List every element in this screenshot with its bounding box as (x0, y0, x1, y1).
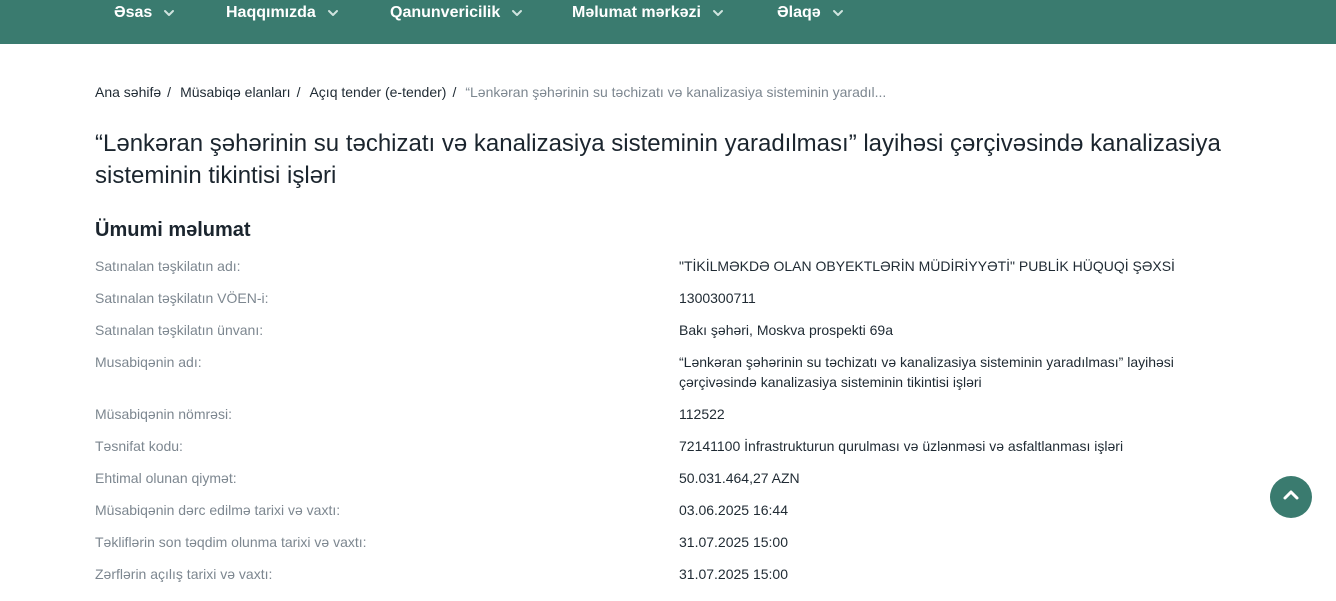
chevron-down-icon (510, 6, 524, 20)
chevron-down-icon (326, 6, 340, 20)
nav-item-esas[interactable]: Əsas (114, 3, 176, 23)
info-label: Satınalan təşkilatın ünvanı: (95, 322, 264, 338)
breadcrumb-separator: / (296, 84, 301, 100)
info-value: 1300300711 (679, 290, 756, 306)
info-label: Satınalan təşkilatın adı: (95, 258, 241, 274)
info-label: Müsabiqənin nömrəsi: (95, 406, 232, 422)
info-label: Müsabiqənin dərc edilmə tarixi və vaxtı: (95, 502, 341, 518)
chevron-down-icon (831, 6, 845, 20)
nav-item-melumat-merkezi[interactable]: Məlumat mərkəzi (572, 3, 725, 23)
chevron-down-icon (711, 6, 725, 20)
info-label: Satınalan təşkilatın VÖEN-i: (95, 290, 269, 306)
chevron-up-icon (1281, 485, 1301, 510)
nav-item-label: Haqqımızda (226, 4, 316, 21)
info-value: “Lənkəran şəhərinin su təchizatı və kana… (679, 354, 1174, 390)
info-value: 31.07.2025 15:00 (679, 566, 788, 582)
info-label: Təkliflərin son təqdim olunma tarixi və … (95, 534, 367, 550)
info-label: Zərflərin açılış tarixi və vaxtı: (95, 566, 273, 582)
breadcrumb: Ana səhifə / Müsabiqə elanları / Açıq te… (95, 82, 886, 102)
breadcrumb-open-tender-link[interactable]: Açıq tender (e-tender) (309, 84, 446, 100)
breadcrumb-home-link[interactable]: Ana səhifə (95, 84, 161, 100)
nav-item-elaqe[interactable]: Əlaqə (777, 3, 845, 23)
nav-item-label: Əlaqə (777, 4, 821, 21)
top-navigation-bar: Əsas Haqqımızda Qanunvericilik Məlumat m… (0, 0, 1336, 44)
breadcrumb-current: “Lənkəran şəhərinin su təchizatı və kana… (465, 84, 887, 100)
info-value: "TİKİLMƏKDƏ OLAN OBYEKTLƏRİN MÜDİRİYYƏTİ… (679, 258, 1175, 274)
info-value: 112522 (679, 406, 725, 422)
info-value: Bakı şəhəri, Moskva prospekti 69a (679, 322, 893, 338)
info-label: Musabiqənin adı: (95, 354, 202, 370)
info-value: 72141100 İnfrastrukturun qurulması və üz… (679, 438, 1124, 454)
nav-item-label: Qanunvericilik (390, 4, 501, 21)
breadcrumb-tenders-link[interactable]: Müsabiqə elanları (180, 84, 291, 100)
breadcrumb-separator: / (452, 84, 457, 100)
section-title: Ümumi məlumat (95, 219, 251, 241)
info-label: Ehtimal olunan qiymət: (95, 470, 237, 486)
page-title: “Lənkəran şəhərinin su təchizatı və kana… (95, 130, 1221, 189)
info-value: 03.06.2025 16:44 (679, 502, 788, 518)
nav-item-haqqimizda[interactable]: Haqqımızda (226, 3, 340, 23)
nav-item-qanunvericilik[interactable]: Qanunvericilik (390, 3, 524, 23)
info-label: Təsnifat kodu: (95, 438, 183, 454)
nav-item-label: Məlumat mərkəzi (572, 4, 701, 21)
breadcrumb-separator: / (167, 84, 172, 100)
scroll-to-top-button[interactable] (1270, 476, 1312, 518)
chevron-down-icon (162, 6, 176, 20)
nav-item-label: Əsas (114, 4, 153, 21)
info-value: 31.07.2025 15:00 (679, 534, 788, 550)
info-value: 50.031.464,27 AZN (679, 470, 800, 486)
